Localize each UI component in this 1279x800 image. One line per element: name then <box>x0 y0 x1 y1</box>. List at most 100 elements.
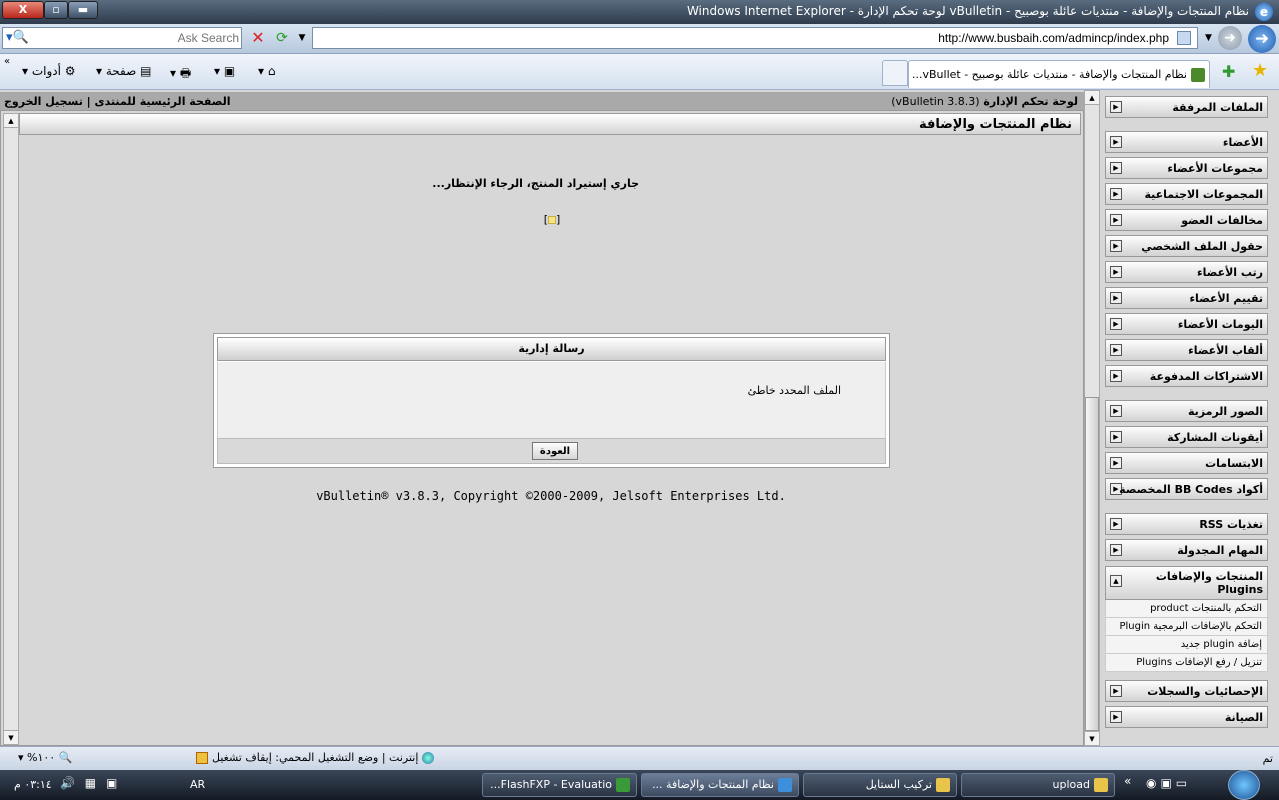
feeds-button[interactable]: ▣ ▾ <box>214 64 235 78</box>
sidebar-item-users[interactable]: ▶ الأعضاء <box>1105 131 1268 153</box>
expand-icon[interactable]: ▶ <box>1110 214 1122 226</box>
expand-icon[interactable]: ▶ <box>1110 518 1122 530</box>
expand-icon[interactable]: ▶ <box>1110 101 1122 113</box>
taskbar-internet-explorer[interactable]: نظام المنتجات والإضافة ... <box>641 773 799 797</box>
tab-active[interactable]: نظام المنتجات والإضافة - منتديات عائلة ب… <box>908 60 1210 88</box>
search-input[interactable] <box>43 30 239 46</box>
clock[interactable]: ٠٣:١٤ م <box>14 778 52 791</box>
print-button[interactable]: 🖶 ▾ <box>170 64 191 85</box>
scrollbar-thumb[interactable] <box>1085 397 1099 731</box>
taskbar-folder-style[interactable]: تركيب الستايل <box>803 773 957 797</box>
sidebar-item-post-icons[interactable]: ▶ أيقونات المشاركة <box>1105 426 1268 448</box>
taskbar-flashfxp[interactable]: FlashFXP - Evaluatio... <box>482 773 637 797</box>
start-button[interactable] <box>1228 770 1260 800</box>
security-zone[interactable]: إنترنت | وضع التشغيل المحمي: إيقاف تشغيل <box>196 751 434 764</box>
forward-button[interactable]: ➜ <box>1218 26 1242 50</box>
quick-launch-chevron-icon[interactable]: « <box>1124 774 1131 788</box>
sidebar-link-manage-plugins[interactable]: التحكم بالإضافات البرمجية Plugin <box>1105 618 1268 636</box>
sidebar-item-label: الإحصائيات والسجلات <box>1147 685 1263 698</box>
sidebar-item-profile-fields[interactable]: ▶ حقول الملف الشخصي <box>1105 235 1268 257</box>
sidebar-item-statistics-logs[interactable]: ▶ الإحصائيات والسجلات <box>1105 680 1268 702</box>
expand-icon[interactable]: ▶ <box>1110 544 1122 556</box>
sidebar-item-infractions[interactable]: ▶ مخالفات العضو <box>1105 209 1268 231</box>
sidebar-link-download-upload-plugins[interactable]: تنزيل / رفع الإضافات Plugins <box>1105 654 1268 672</box>
sidebar-scrollbar[interactable]: ▲ ▼ <box>1084 90 1100 746</box>
expand-icon[interactable]: ▶ <box>1110 457 1122 469</box>
sidebar-item-plugins[interactable]: ▲ المنتجات والإضافات Plugins <box>1105 566 1268 600</box>
search-icon[interactable]: ▾🔍 <box>6 30 29 45</box>
maximize-window-button[interactable]: ▫ <box>44 1 68 19</box>
sidebar-item-usergroups[interactable]: ▶ مجموعات الأعضاء <box>1105 157 1268 179</box>
sidebar-item-scheduled-tasks[interactable]: ▶ المهام المجدولة <box>1105 539 1268 561</box>
sidebar-item-bbcodes[interactable]: ▶ أكواد BB Codes المخصصة <box>1105 478 1268 500</box>
sidebar-item-user-ranks[interactable]: ▶ رتب الأعضاء <box>1105 261 1268 283</box>
chevron-down-icon[interactable]: ▼ <box>296 28 308 48</box>
system-tray[interactable]: 🔊 ▦ ▣ <box>60 776 120 790</box>
sidebar-item-label: مجموعات الأعضاء <box>1167 162 1263 175</box>
main-scrollbar[interactable]: ▲ ▼ <box>3 113 19 745</box>
sidebar-item-smilies[interactable]: ▶ الابتسامات <box>1105 452 1268 474</box>
sidebar-item-avatars[interactable]: ▶ الصور الرمزية <box>1105 400 1268 422</box>
expand-icon[interactable]: ▶ <box>1110 405 1122 417</box>
volume-icon[interactable]: 🔊 <box>60 776 78 790</box>
expand-icon[interactable]: ▶ <box>1110 162 1122 174</box>
minimize-window-button[interactable]: ▬ <box>68 1 98 19</box>
tray-app-icon[interactable]: ▣ <box>106 776 120 790</box>
scroll-down-icon[interactable]: ▼ <box>1085 731 1099 745</box>
copyright-text: vBulletin® v3.8.3, Copyright ©2000-2009,… <box>316 489 786 503</box>
expand-icon[interactable]: ▶ <box>1110 188 1122 200</box>
more-commands-chevron-icon[interactable]: » <box>4 56 10 67</box>
sidebar-link-label: التحكم بالإضافات البرمجية Plugin <box>1119 621 1263 632</box>
new-tab-button[interactable] <box>882 60 908 86</box>
page-icon: ▤ <box>140 64 152 78</box>
search-box[interactable]: ▾🔍 <box>2 27 242 49</box>
add-to-favorites-icon[interactable]: ✚ <box>1222 62 1235 81</box>
home-button[interactable]: ⌂ ▾ <box>258 64 275 78</box>
sidebar-item-label: المهام المجدولة <box>1177 544 1263 557</box>
sidebar-item-reputation[interactable]: ▶ تقييم الأعضاء <box>1105 287 1268 309</box>
scroll-down-icon[interactable]: ▼ <box>4 730 18 744</box>
address-bar-row: ▾🔍 ✕ ⟳ ▼ http://www.busbaih.com/admincp/… <box>0 24 1279 54</box>
sidebar-item-user-albums[interactable]: ▶ اليومات الأعضاء <box>1105 313 1268 335</box>
sidebar-item-user-titles[interactable]: ▶ ألقاب الأعضاء <box>1105 339 1268 361</box>
network-icon[interactable]: ▦ <box>85 776 99 790</box>
expand-icon[interactable]: ▶ <box>1110 240 1122 252</box>
address-field[interactable]: http://www.busbaih.com/admincp/index.php <box>312 27 1198 49</box>
scroll-up-icon[interactable]: ▲ <box>4 114 18 128</box>
recent-pages-dropdown-icon[interactable]: ▼ <box>1205 33 1212 43</box>
expand-icon[interactable]: ▶ <box>1110 266 1122 278</box>
expand-icon[interactable]: ▶ <box>1110 370 1122 382</box>
url-text[interactable]: http://www.busbaih.com/admincp/index.php <box>938 31 1169 45</box>
quick-launch-icons[interactable]: ◉▣▭ <box>1146 776 1191 790</box>
favorites-star-icon[interactable]: ★ <box>1252 60 1268 81</box>
sidebar-item-label: اليومات الأعضاء <box>1177 318 1263 331</box>
sidebar-link-add-plugin[interactable]: إضافة plugin جديد <box>1105 636 1268 654</box>
page-menu[interactable]: ▤ صفحة ▾ <box>96 64 151 78</box>
sidebar-item-social-groups[interactable]: ▶ المجموعات الاجتماعية <box>1105 183 1268 205</box>
collapse-icon[interactable]: ▲ <box>1110 575 1122 587</box>
forum-home-logout-links[interactable]: الصفحة الرئيسية للمنتدى | تسجيل الخروج <box>4 95 231 108</box>
scroll-up-icon[interactable]: ▲ <box>1085 91 1099 105</box>
expand-icon[interactable]: ▶ <box>1110 292 1122 304</box>
sidebar-item-attachments[interactable]: ▶ الملفات المرفقة <box>1105 96 1268 118</box>
sidebar-link-manage-products[interactable]: التحكم بالمنتجات product <box>1105 600 1268 618</box>
refresh-icon[interactable]: ⟳ <box>272 28 292 48</box>
sidebar-item-rss-feeds[interactable]: ▶ تغذيات RSS <box>1105 513 1268 535</box>
sidebar-item-label: الابتسامات <box>1205 457 1263 470</box>
sidebar-item-subscriptions[interactable]: ▶ الاشتراكات المدفوعة <box>1105 365 1268 387</box>
back-button[interactable]: العودة <box>532 442 578 460</box>
zoom-level[interactable]: ▾ %١٠٠ 🔍 <box>18 751 72 764</box>
back-button[interactable]: ➜ <box>1248 25 1276 53</box>
tools-menu[interactable]: ⚙ أدوات ▾ <box>22 64 76 78</box>
expand-icon[interactable]: ▶ <box>1110 711 1122 723</box>
expand-icon[interactable]: ▶ <box>1110 318 1122 330</box>
language-indicator[interactable]: AR <box>190 778 205 791</box>
expand-icon[interactable]: ▶ <box>1110 431 1122 443</box>
expand-icon[interactable]: ▶ <box>1110 136 1122 148</box>
expand-icon[interactable]: ▶ <box>1110 344 1122 356</box>
taskbar-folder-upload[interactable]: upload <box>961 773 1115 797</box>
close-window-button[interactable]: X <box>2 1 44 19</box>
sidebar-item-maintenance[interactable]: ▶ الصيانة <box>1105 706 1268 728</box>
expand-icon[interactable]: ▶ <box>1110 685 1122 697</box>
stop-icon[interactable]: ✕ <box>248 28 268 48</box>
